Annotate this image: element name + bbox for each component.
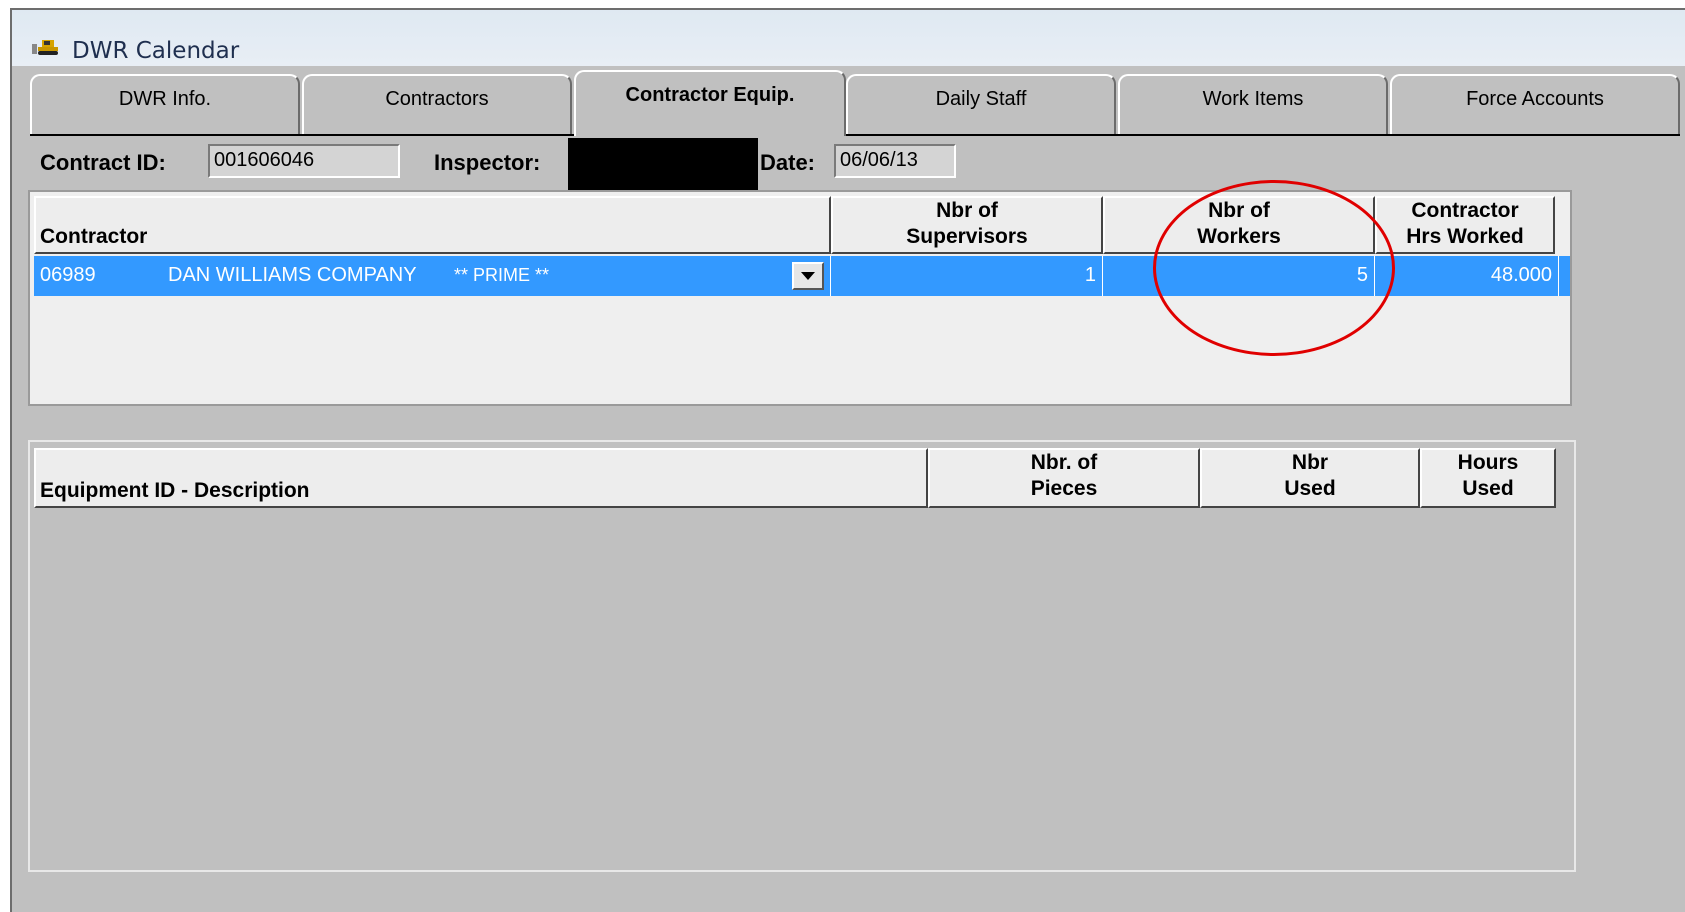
title-bar: DWR Calendar <box>12 10 1685 66</box>
col-header-pieces[interactable]: Nbr. of Pieces <box>928 448 1200 508</box>
tab-baseline-right <box>844 134 1680 136</box>
bulldozer-icon <box>32 40 58 55</box>
row-filler <box>1559 256 1570 296</box>
inspector-redacted <box>568 138 758 198</box>
contract-id-field[interactable]: 001606046 <box>208 144 400 178</box>
col-header-hours-used[interactable]: Hours Used <box>1420 448 1556 508</box>
workers-cell[interactable]: 5 <box>1103 256 1375 296</box>
col-header-workers[interactable]: Nbr of Workers <box>1103 196 1375 254</box>
contractor-grid: Contractor Nbr of Supervisors Nbr of Wor… <box>28 190 1572 406</box>
table-row[interactable]: 06989 DAN WILLIAMS COMPANY ** PRIME ** 1… <box>34 256 1570 296</box>
col-header-equipment-description[interactable]: Equipment ID - Description <box>34 448 928 508</box>
date-field[interactable]: 06/06/13 <box>834 144 956 178</box>
col-header-supervisors[interactable]: Nbr of Supervisors <box>831 196 1103 254</box>
contractor-code: 06989 <box>40 264 96 286</box>
contract-id-label: Contract ID: <box>40 150 166 175</box>
dropdown-button[interactable] <box>792 262 824 290</box>
tab-daily-staff[interactable]: Daily Staff <box>846 74 1116 134</box>
window-title: DWR Calendar <box>72 38 240 64</box>
tab-force-accounts[interactable]: Force Accounts <box>1390 74 1680 134</box>
contractor-name: DAN WILLIAMS COMPANY <box>168 264 417 286</box>
tab-baseline-left <box>30 134 574 136</box>
tab-contractors[interactable]: Contractors <box>302 74 572 134</box>
col-header-nbr-used[interactable]: Nbr Used <box>1200 448 1420 508</box>
supervisors-cell[interactable]: 1 <box>831 256 1103 296</box>
col-header-contractor[interactable]: Contractor <box>34 196 831 254</box>
inspector-label: Inspector: <box>434 150 541 175</box>
equipment-grid: Equipment ID - Description Nbr. of Piece… <box>28 440 1576 872</box>
contractor-tag: ** PRIME ** <box>454 265 550 285</box>
dwr-calendar-window: DWR Calendar DWR Info. Contractors Daily… <box>10 8 1685 912</box>
hrs-worked-cell[interactable]: 48.000 <box>1375 256 1559 296</box>
date-label: Date: <box>760 150 816 175</box>
col-header-hrs-worked[interactable]: Contractor Hrs Worked <box>1375 196 1555 254</box>
tab-work-items[interactable]: Work Items <box>1118 74 1388 134</box>
contractor-dropdown[interactable]: 06989 DAN WILLIAMS COMPANY ** PRIME ** <box>34 256 831 296</box>
chevron-down-icon <box>801 272 815 280</box>
tab-contractor-equip[interactable]: Contractor Equip. <box>574 70 846 136</box>
tab-dwr-info[interactable]: DWR Info. <box>30 74 300 134</box>
